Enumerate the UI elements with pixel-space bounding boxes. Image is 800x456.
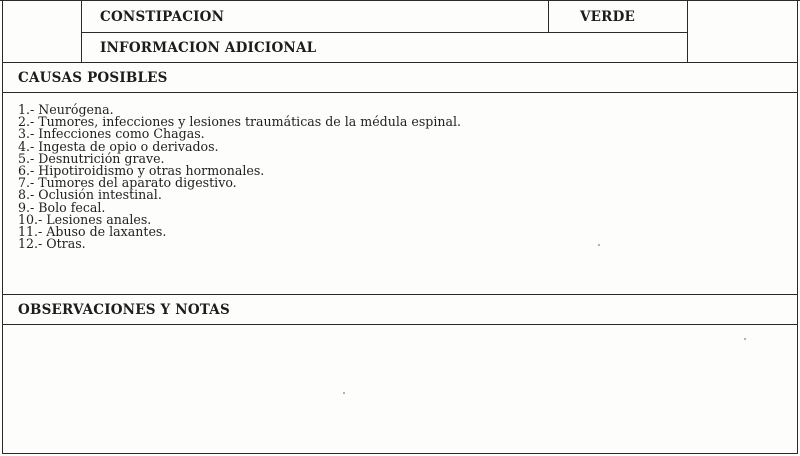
causes-heading: CAUSAS POSIBLES (18, 70, 168, 86)
cause-item: 12.- Otras. (18, 236, 86, 252)
page-title: CONSTIPACION (100, 9, 225, 25)
color-label: VERDE (580, 9, 635, 25)
causes-heading-rule (2, 92, 798, 93)
form-page: CONSTIPACION VERDE INFORMACION ADICIONAL… (0, 0, 800, 456)
page-bottom-rule (2, 453, 798, 454)
header-top-rule (0, 0, 800, 1)
observations-heading: OBSERVACIONES Y NOTAS (18, 302, 230, 318)
header-left-column-rule (81, 0, 82, 62)
scan-speck (744, 338, 746, 340)
scan-speck (598, 244, 600, 246)
scan-speck (343, 392, 345, 394)
right-border (797, 0, 798, 454)
observations-top-rule (2, 294, 798, 295)
header-bottom-rule (2, 62, 798, 63)
header-middle-rule (81, 32, 688, 33)
additional-info-heading: INFORMACION ADICIONAL (100, 40, 317, 56)
causes-list: 1.- Neurógena. 2.- Tumores, infecciones … (18, 103, 461, 252)
header-right-column-rule (687, 0, 688, 62)
header-color-column-rule (548, 0, 549, 32)
notes-area[interactable] (3, 325, 797, 453)
